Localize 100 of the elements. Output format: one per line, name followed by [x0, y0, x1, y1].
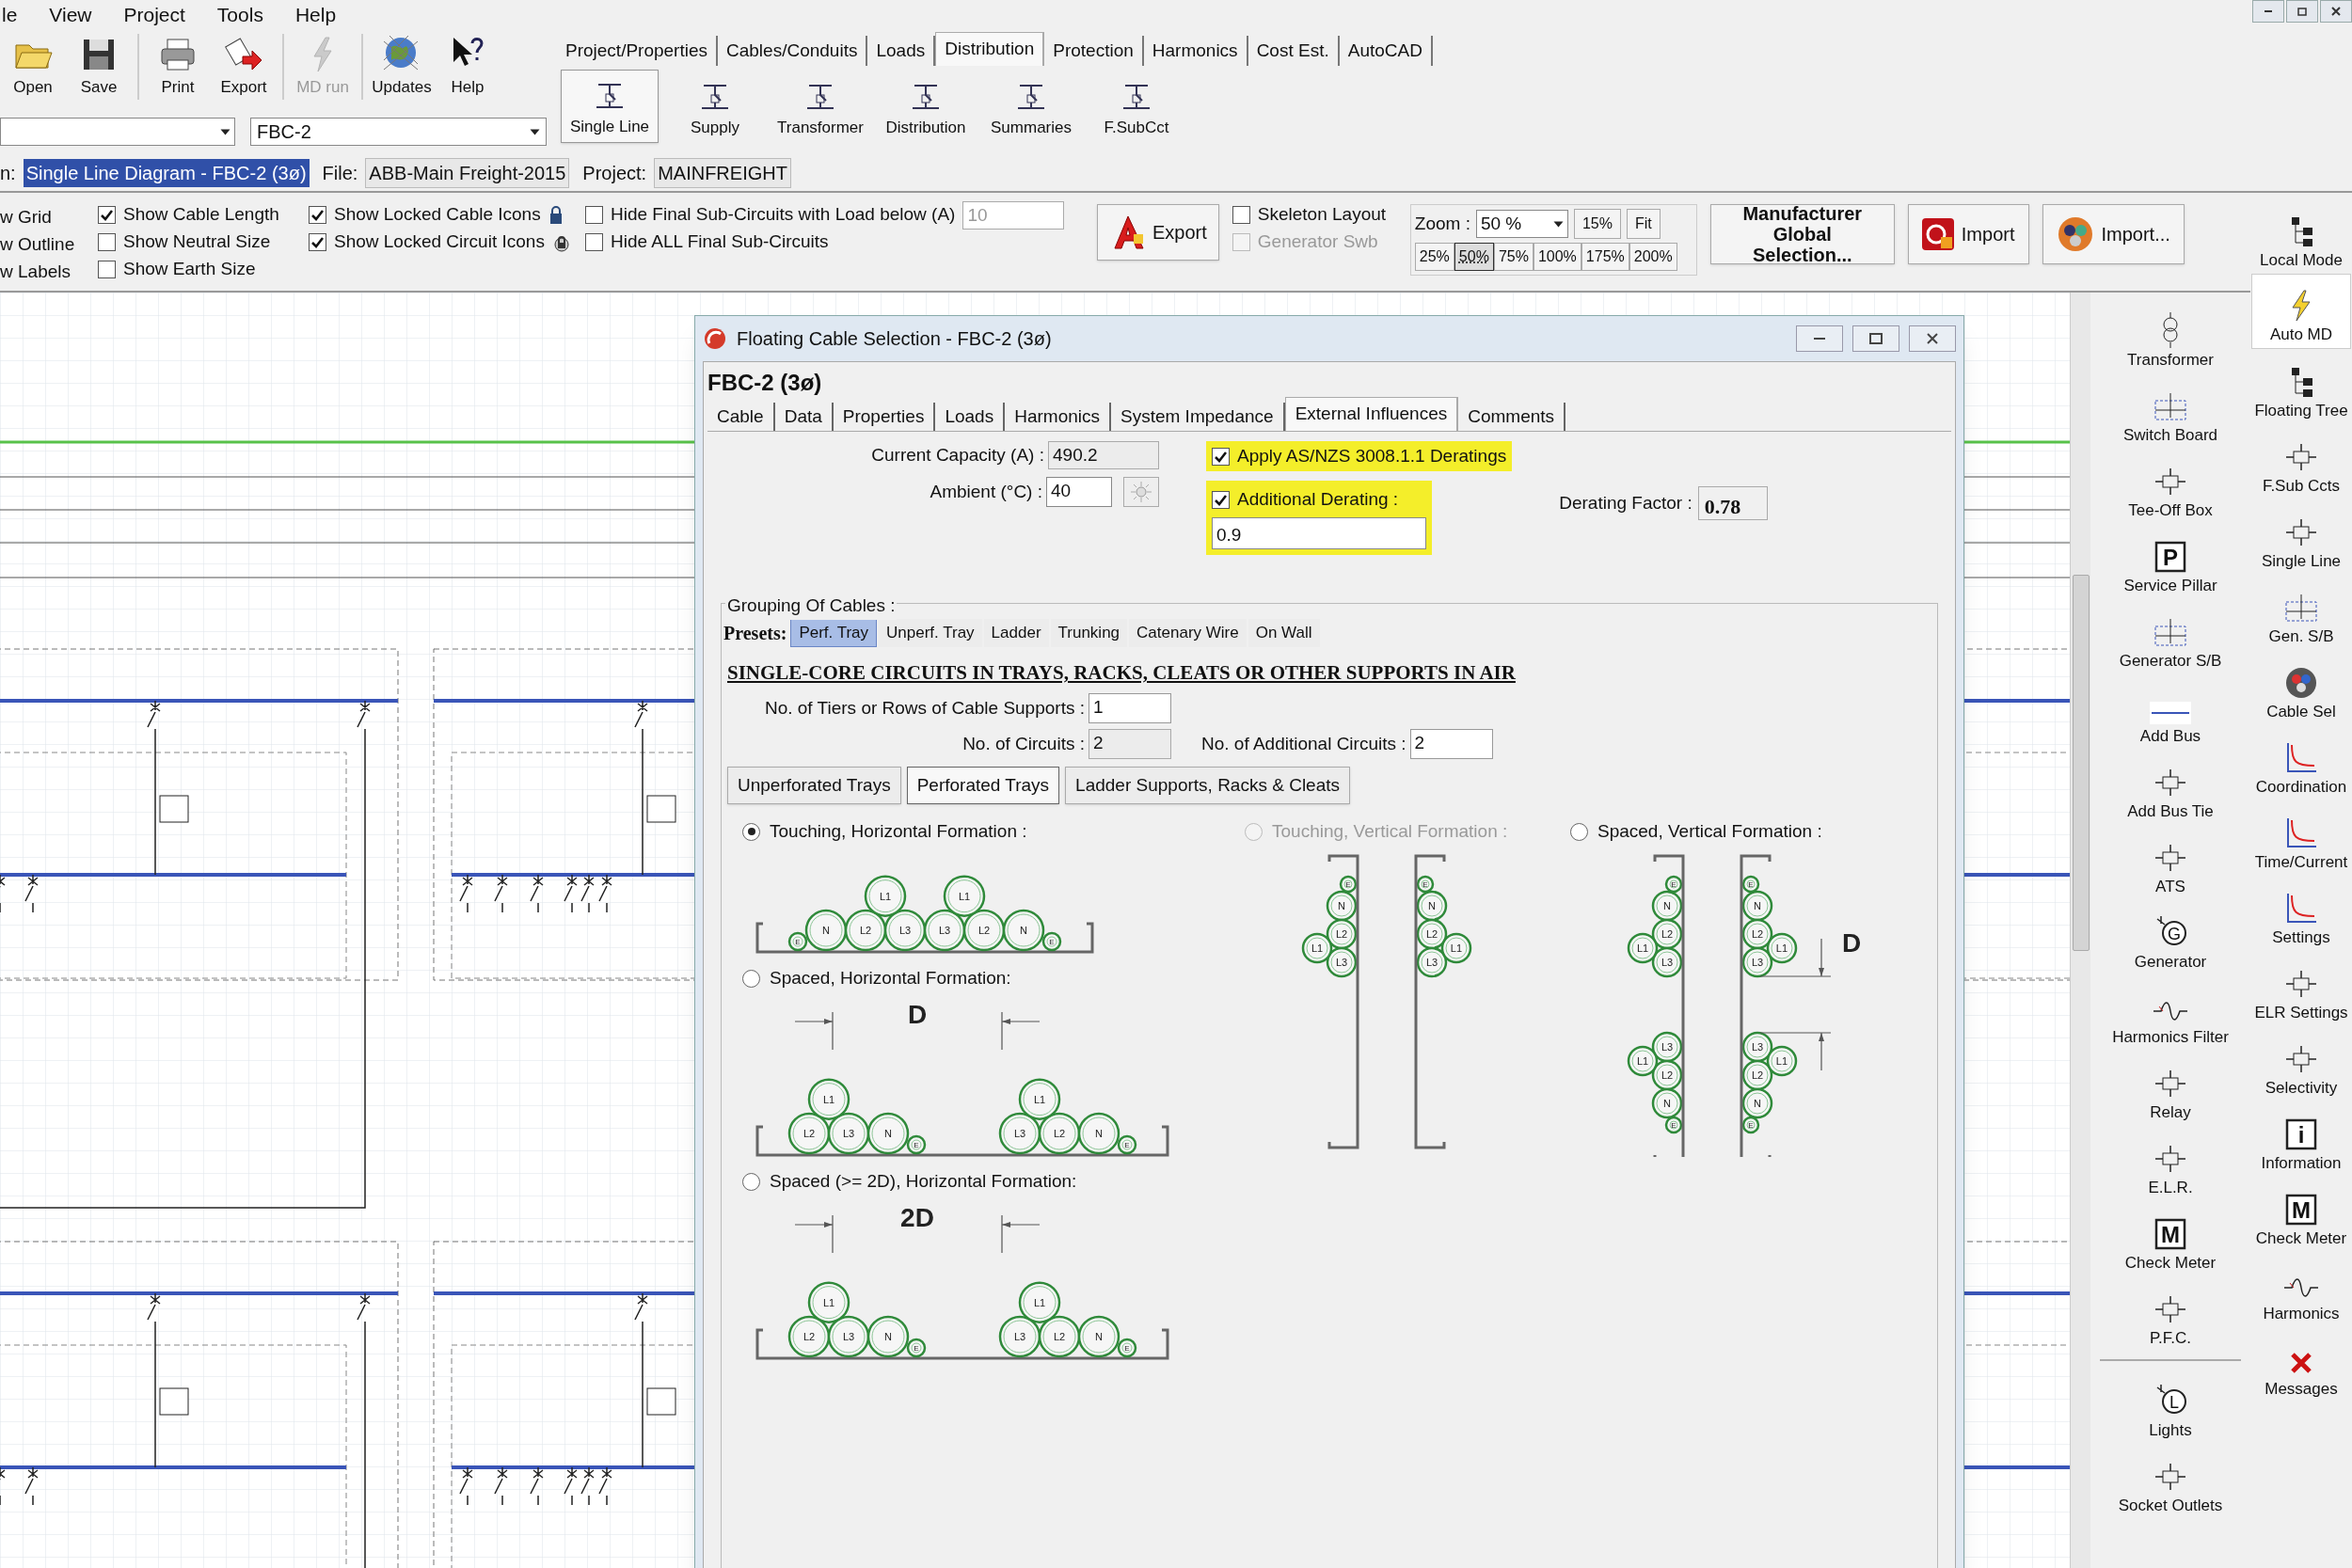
- zoom-button[interactable]: 50%: [1454, 243, 1494, 271]
- tab[interactable]: Harmonics: [1005, 403, 1111, 431]
- palette-item[interactable]: L Lights: [2095, 1369, 2246, 1444]
- preset-button[interactable]: Catenary Wire: [1129, 619, 1247, 647]
- checkbox[interactable]: [309, 206, 326, 224]
- close-button[interactable]: [2320, 0, 2352, 23]
- restore-button[interactable]: [2286, 0, 2318, 23]
- tool-button[interactable]: Gen. S/B: [2251, 575, 2351, 650]
- palette-item[interactable]: Add Bus: [2095, 674, 2246, 750]
- checkbox-label[interactable]: Show Neutral Size: [123, 229, 271, 256]
- tab[interactable]: Data: [774, 403, 834, 431]
- action-button[interactable]: Import: [1907, 204, 2029, 264]
- toolbar-button[interactable]: Export: [211, 34, 277, 100]
- palette-item[interactable]: Transformer: [2095, 298, 2246, 373]
- palette-item[interactable]: P.F.C.: [2095, 1276, 2246, 1352]
- palette-item[interactable]: Relay: [2095, 1051, 2246, 1126]
- input-field[interactable]: 1: [1089, 693, 1171, 723]
- zoom-button[interactable]: 15%: [1573, 209, 1621, 239]
- input-field[interactable]: 0.9: [1212, 516, 1426, 549]
- tab[interactable]: External Influences: [1284, 397, 1459, 431]
- support-type-button[interactable]: Unperforated Trays: [727, 767, 901, 804]
- ribbon-tab[interactable]: AutoCAD: [1339, 36, 1433, 66]
- zoom-button[interactable]: 200%: [1629, 243, 1677, 271]
- menu-item[interactable]: View: [49, 0, 92, 30]
- radio-button[interactable]: [742, 969, 760, 988]
- tool-button[interactable]: Floating Tree: [2251, 349, 2351, 424]
- palette-item[interactable]: M Check Meter: [2095, 1201, 2246, 1276]
- zoom-button[interactable]: 75%: [1493, 243, 1534, 271]
- checkbox-label[interactable]: Additional Derating :: [1237, 486, 1399, 514]
- checkbox[interactable]: [309, 233, 326, 251]
- input-field[interactable]: 2: [1409, 729, 1493, 759]
- zoom-button[interactable]: Fit: [1626, 209, 1661, 239]
- checkbox-label[interactable]: Show Locked Circuit Icons: [334, 229, 545, 256]
- tab[interactable]: Properties: [833, 403, 936, 431]
- checkbox-label[interactable]: w Labels: [0, 259, 85, 280]
- tab[interactable]: Loads: [935, 403, 1006, 431]
- checkbox[interactable]: [585, 206, 603, 224]
- palette-item[interactable]: Generator S/B: [2095, 599, 2246, 674]
- tool-button[interactable]: Settings: [2251, 876, 2351, 951]
- support-type-button[interactable]: Perforated Trays: [906, 767, 1060, 804]
- ribbon-tab[interactable]: Cost Est.: [1248, 36, 1340, 66]
- checkbox[interactable]: [98, 206, 116, 224]
- ribbon-button[interactable]: Transformer: [771, 70, 869, 143]
- zoom-button[interactable]: 25%: [1414, 243, 1454, 271]
- toolbar-button[interactable]: Open: [0, 34, 66, 100]
- palette-item[interactable]: ATS: [2095, 825, 2246, 900]
- tool-button[interactable]: Auto MD: [2251, 274, 2351, 349]
- preset-button[interactable]: Perf. Tray: [790, 619, 878, 647]
- tab[interactable]: Comments: [1458, 403, 1566, 431]
- checkbox[interactable]: [98, 261, 116, 278]
- menu-item[interactable]: Help: [294, 0, 337, 30]
- checkbox-label[interactable]: Show Cable Length: [123, 201, 279, 229]
- checkbox-label[interactable]: Hide ALL Final Sub-Circuits: [611, 229, 829, 256]
- checkbox[interactable]: [1212, 490, 1230, 509]
- palette-item[interactable]: G Generator: [2095, 900, 2246, 975]
- toolbar-button[interactable]: Print: [145, 34, 211, 100]
- menu-item[interactable]: le: [2, 0, 18, 30]
- tool-button[interactable]: Time/Current: [2251, 800, 2351, 876]
- dropdown-field[interactable]: [0, 118, 235, 146]
- action-button[interactable]: Import...: [2042, 204, 2185, 264]
- radio-label[interactable]: Spaced, Vertical Formation :: [1597, 817, 1822, 846]
- radio-label[interactable]: Touching, Horizontal Formation :: [770, 817, 1027, 846]
- tab[interactable]: Cable: [707, 403, 775, 431]
- tool-button[interactable]: Single Line: [2251, 499, 2351, 575]
- checkbox[interactable]: [98, 233, 116, 251]
- tool-button[interactable]: Harmonics: [2251, 1252, 2351, 1327]
- ribbon-button[interactable]: Single Line: [561, 70, 659, 143]
- tool-button[interactable]: i Information: [2251, 1101, 2351, 1177]
- radio-label[interactable]: Spaced (>= 2D), Horizontal Formation:: [770, 1167, 1077, 1196]
- radio-label[interactable]: Spaced, Horizontal Formation:: [770, 964, 1011, 992]
- ribbon-tab[interactable]: Protection: [1044, 36, 1144, 66]
- palette-item[interactable]: E.L.R.: [2095, 1126, 2246, 1201]
- checkbox[interactable]: [1212, 447, 1230, 466]
- radio-button[interactable]: [742, 822, 760, 841]
- checkbox-label[interactable]: Skeleton Layout: [1257, 201, 1387, 229]
- checkbox-label[interactable]: w Outline: [0, 231, 85, 253]
- palette-item[interactable]: Tee-Off Box: [2095, 449, 2246, 524]
- menu-item[interactable]: Tools: [216, 0, 263, 30]
- toolbar-button[interactable]: Save: [66, 34, 132, 100]
- tool-button[interactable]: Cable Sel: [2251, 650, 2351, 725]
- palette-item[interactable]: Socket Outlets: [2095, 1444, 2246, 1519]
- tool-button[interactable]: Selectivity: [2251, 1026, 2351, 1101]
- preset-button[interactable]: On Wall: [1248, 619, 1320, 647]
- tool-button[interactable]: ELR Settings: [2251, 951, 2351, 1026]
- zoom-dropdown[interactable]: 50 %: [1475, 210, 1568, 238]
- checkbox[interactable]: [1232, 206, 1250, 224]
- action-button[interactable]: Manufacturer Global Selection...: [1709, 204, 1895, 264]
- tool-button[interactable]: Local Mode: [2251, 198, 2351, 274]
- tool-button[interactable]: F.Sub Ccts: [2251, 424, 2351, 499]
- radio-button[interactable]: [742, 1172, 760, 1191]
- close-button[interactable]: [1909, 325, 1956, 352]
- export-button[interactable]: Export: [1097, 204, 1219, 261]
- checkbox-label[interactable]: w Grid: [0, 204, 85, 226]
- ribbon-button[interactable]: Summaries: [982, 70, 1080, 143]
- dropdown-field[interactable]: FBC-2: [250, 118, 547, 146]
- tool-button[interactable]: Coordination: [2251, 725, 2351, 800]
- checkbox-label[interactable]: Show Locked Cable Icons: [334, 201, 541, 229]
- radio-button[interactable]: [1570, 822, 1588, 841]
- ribbon-tab[interactable]: Cables/Conduits: [718, 36, 868, 66]
- ribbon-button[interactable]: Supply: [666, 70, 764, 143]
